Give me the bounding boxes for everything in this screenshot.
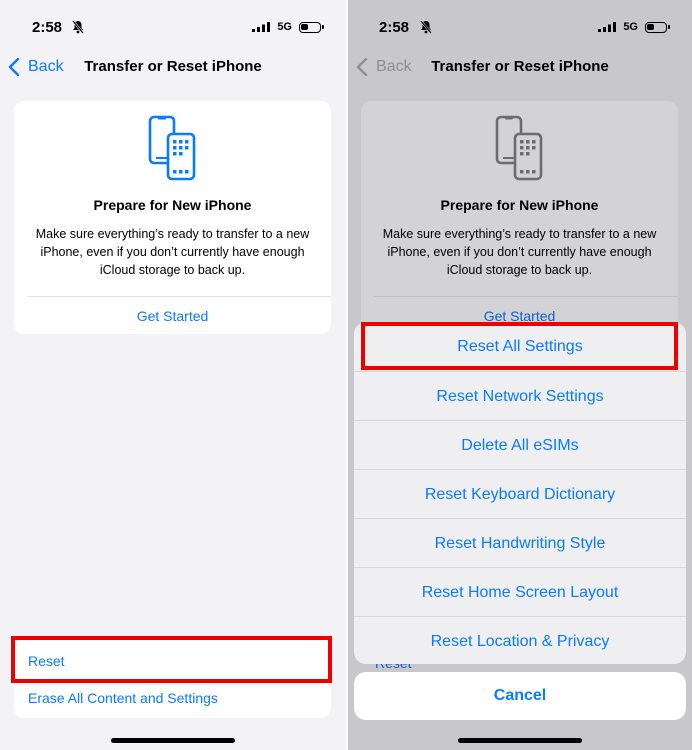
card-description: Make sure everything’s ready to transfer… <box>35 227 310 277</box>
network-type: 5G <box>277 21 292 33</box>
home-indicator <box>458 738 582 743</box>
status-bar: 2:58 5G <box>0 0 346 50</box>
reset-all-settings-highlight-box <box>361 322 678 370</box>
signal-icon <box>252 22 270 32</box>
right-screen: 2:58 5G Back Transfer or Reset iPhone Pr… <box>348 0 692 750</box>
phones-transfer-icon <box>495 115 543 181</box>
reset-highlight-box <box>11 636 332 683</box>
erase-all-row[interactable]: Erase All Content and Settings <box>14 680 331 717</box>
home-indicator <box>111 738 235 743</box>
reset-handwriting-style-option[interactable]: Reset Handwriting Style <box>354 518 686 567</box>
reset-keyboard-dictionary-option[interactable]: Reset Keyboard Dictionary <box>354 469 686 518</box>
network-type: 5G <box>623 21 638 33</box>
bell-slash-icon <box>72 20 84 34</box>
status-bar: 2:58 5G <box>348 0 692 50</box>
page-title: Transfer or Reset iPhone <box>84 58 262 75</box>
bell-slash-icon <box>420 20 432 34</box>
card-title: Prepare for New iPhone <box>93 197 252 213</box>
nav-bar: Back Transfer or Reset iPhone <box>0 50 346 86</box>
phones-transfer-icon <box>148 115 196 181</box>
nav-bar: Back Transfer or Reset iPhone <box>348 50 692 86</box>
prepare-card: Prepare for New iPhone Make sure everyth… <box>361 101 678 334</box>
reset-location-privacy-option[interactable]: Reset Location & Privacy <box>354 616 686 664</box>
card-divider <box>27 296 331 297</box>
left-screen: 2:58 5G Back Transfer or Reset iPhone Pr… <box>0 0 346 750</box>
battery-icon <box>645 22 670 33</box>
delete-all-esims-option[interactable]: Delete All eSIMs <box>354 420 686 469</box>
prepare-card: Prepare for New iPhone Make sure everyth… <box>14 101 331 334</box>
reset-home-screen-layout-option[interactable]: Reset Home Screen Layout <box>354 567 686 616</box>
reset-action-sheet: Reset All Settings Reset Network Setting… <box>354 322 686 664</box>
status-time: 2:58 <box>379 19 410 36</box>
battery-icon <box>299 22 324 33</box>
card-title: Prepare for New iPhone <box>440 197 599 213</box>
reset-network-settings-option[interactable]: Reset Network Settings <box>354 371 686 420</box>
get-started-button[interactable]: Get Started <box>14 308 331 324</box>
page-title: Transfer or Reset iPhone <box>431 58 609 75</box>
card-description: Make sure everything’s ready to transfer… <box>382 227 657 277</box>
status-time: 2:58 <box>32 19 63 36</box>
cancel-button[interactable]: Cancel <box>354 672 686 720</box>
signal-icon <box>598 22 616 32</box>
card-divider <box>374 296 678 297</box>
